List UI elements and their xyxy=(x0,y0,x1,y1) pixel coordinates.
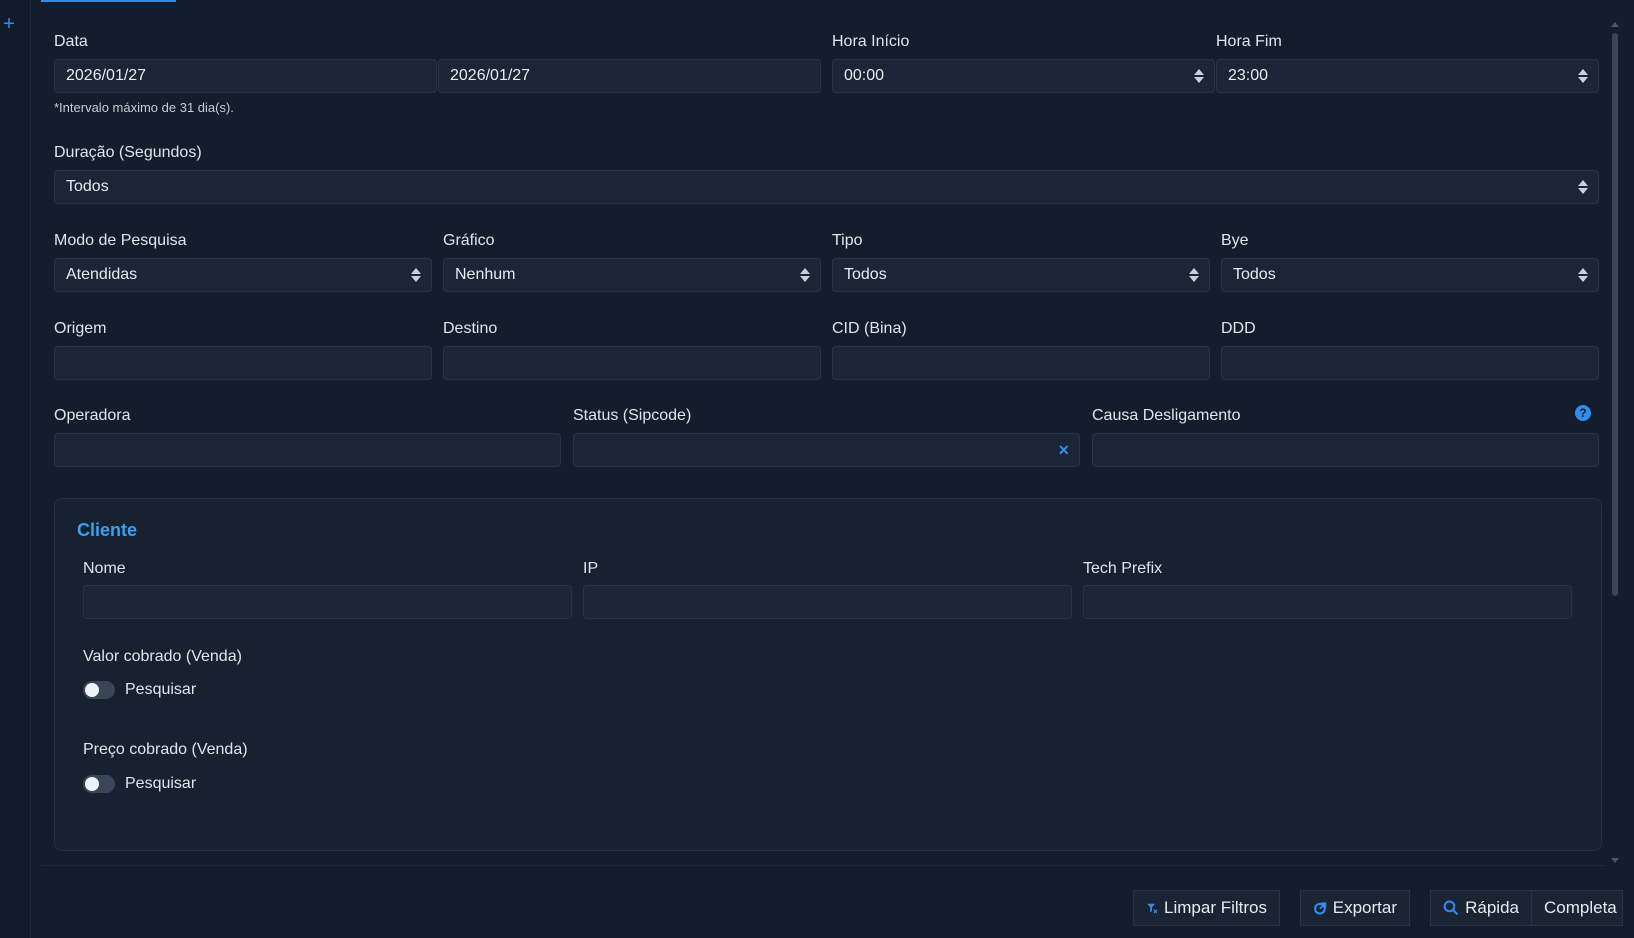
destino-input[interactable] xyxy=(443,346,821,380)
pesquisa-rapida-button[interactable]: Rápida xyxy=(1430,890,1532,926)
filter-clear-icon xyxy=(1147,903,1158,914)
left-rail: + xyxy=(0,0,31,938)
pesquisa-completa-button[interactable]: Completa xyxy=(1531,890,1623,926)
duracao-value: Todos xyxy=(66,178,109,195)
help-icon[interactable]: ? xyxy=(1575,405,1591,421)
cliente-title: Cliente xyxy=(77,520,138,540)
valor-cobrado-label: Valor cobrado (Venda) xyxy=(83,648,242,665)
hora-inicio-label: Hora Início xyxy=(832,33,910,50)
cid-label: CID (Bina) xyxy=(832,320,907,337)
scrollbar[interactable] xyxy=(1610,20,1620,865)
valor-cobrado-toggle[interactable] xyxy=(83,681,115,699)
grafico-label: Gráfico xyxy=(443,232,495,249)
hora-inicio-value: 00:00 xyxy=(844,67,885,84)
tech-prefix-label: Tech Prefix xyxy=(1083,560,1163,577)
tech-prefix-input[interactable] xyxy=(1083,585,1572,619)
clear-icon[interactable]: × xyxy=(1058,434,1069,466)
completa-label: Completa xyxy=(1544,898,1617,917)
causa-input[interactable] xyxy=(1092,433,1599,467)
cliente-card xyxy=(54,498,1602,851)
causa-label: Causa Desligamento xyxy=(1092,407,1241,424)
tipo-value: Todos xyxy=(844,266,887,283)
preco-cobrado-toggle[interactable] xyxy=(83,775,115,793)
exportar-label: Exportar xyxy=(1332,898,1397,917)
operadora-label: Operadora xyxy=(54,407,131,424)
bye-value: Todos xyxy=(1233,266,1276,283)
valor-cobrado-toggle-label: Pesquisar xyxy=(125,681,197,698)
date-hint: *Intervalo máximo de 31 dia(s). xyxy=(54,100,234,115)
tipo-label: Tipo xyxy=(832,232,863,249)
origem-label: Origem xyxy=(54,320,107,337)
exportar-button[interactable]: Exportar xyxy=(1300,890,1410,926)
sort-arrows-icon xyxy=(1189,268,1199,282)
hora-fim-value: 23:00 xyxy=(1228,67,1269,84)
date-label: Data xyxy=(54,33,88,50)
date-end-input[interactable]: 2026/01/27 xyxy=(438,59,821,93)
sort-arrows-icon xyxy=(1578,180,1588,194)
grafico-value: Nenhum xyxy=(455,266,516,283)
plus-icon[interactable]: + xyxy=(0,14,18,34)
status-select[interactable]: × xyxy=(573,433,1080,467)
date-start-input[interactable]: 2026/01/27 xyxy=(54,59,437,93)
tipo-select[interactable]: Todos xyxy=(832,258,1210,292)
destino-label: Destino xyxy=(443,320,498,337)
modo-pesquisa-value: Atendidas xyxy=(66,266,138,283)
hora-fim-label: Hora Fim xyxy=(1216,33,1282,50)
hora-fim-select[interactable]: 23:00 xyxy=(1216,59,1599,93)
sort-arrows-icon xyxy=(1578,69,1588,83)
operadora-input[interactable] xyxy=(54,433,561,467)
modo-pesquisa-label: Modo de Pesquisa xyxy=(54,232,187,249)
ddd-input[interactable] xyxy=(1221,346,1599,380)
scroll-up-icon[interactable] xyxy=(1611,22,1619,27)
nome-label: Nome xyxy=(83,560,126,577)
status-label: Status (Sipcode) xyxy=(573,407,692,424)
sort-arrows-icon xyxy=(800,268,810,282)
bye-label: Bye xyxy=(1221,232,1249,249)
sort-arrows-icon xyxy=(411,268,421,282)
cid-input[interactable] xyxy=(832,346,1210,380)
scroll-thumb[interactable] xyxy=(1612,33,1618,596)
scroll-down-icon[interactable] xyxy=(1611,858,1619,863)
hora-inicio-select[interactable]: 00:00 xyxy=(832,59,1215,93)
bye-select[interactable]: Todos xyxy=(1221,258,1599,292)
ddd-label: DDD xyxy=(1221,320,1256,337)
limpar-filtros-button[interactable]: Limpar Filtros xyxy=(1133,890,1280,926)
grafico-select[interactable]: Nenhum xyxy=(443,258,821,292)
origem-input[interactable] xyxy=(54,346,432,380)
ip-label: IP xyxy=(583,560,599,577)
preco-cobrado-toggle-label: Pesquisar xyxy=(125,775,197,792)
preco-cobrado-label: Preço cobrado (Venda) xyxy=(83,741,248,758)
sort-arrows-icon xyxy=(1194,69,1204,83)
export-icon xyxy=(1314,902,1327,915)
limpar-filtros-label: Limpar Filtros xyxy=(1164,898,1267,917)
duracao-select[interactable]: Todos xyxy=(54,170,1599,204)
nome-input[interactable] xyxy=(83,585,572,619)
modo-pesquisa-select[interactable]: Atendidas xyxy=(54,258,432,292)
panel-divider xyxy=(41,865,1604,866)
ip-input[interactable] xyxy=(583,585,1072,619)
rapida-label: Rápida xyxy=(1465,898,1519,917)
duracao-label: Duração (Segundos) xyxy=(54,144,202,161)
sort-arrows-icon xyxy=(1578,268,1588,282)
active-tab-indicator xyxy=(41,0,176,2)
search-icon xyxy=(1443,900,1459,916)
